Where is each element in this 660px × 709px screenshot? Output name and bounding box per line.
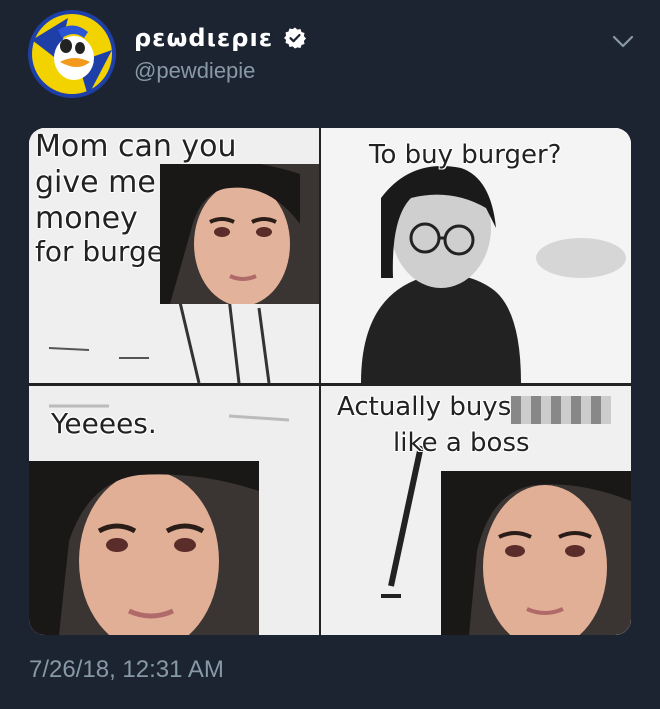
avatar-duck-image bbox=[28, 10, 116, 98]
panel4-line-2: like a boss bbox=[393, 428, 530, 458]
panel3-text: Yeeees. bbox=[51, 407, 157, 440]
meme-panel-3: Yeeees. bbox=[29, 386, 319, 635]
avatar[interactable] bbox=[28, 10, 116, 98]
tweet-media-image[interactable]: Mom can you give me money for burger To … bbox=[29, 128, 631, 635]
display-name-row: ρεωdιερıε bbox=[134, 24, 307, 52]
meme-panel-1: Mom can you give me money for burger bbox=[29, 128, 319, 383]
tweet-header: ρεωdιερıε @pewdiepie bbox=[24, 10, 644, 106]
panel2-text: To buy burger? bbox=[369, 140, 562, 170]
panel1-line-2: give me bbox=[35, 165, 156, 200]
censored-word bbox=[511, 396, 611, 424]
tweet-timestamp[interactable]: 7/26/18, 12:31 AM bbox=[29, 656, 224, 684]
panel1-line-4: for burger bbox=[35, 235, 176, 268]
panel-divider-horizontal bbox=[29, 383, 631, 386]
face-photo-2 bbox=[29, 461, 259, 635]
user-handle[interactable]: @pewdiepie bbox=[134, 58, 307, 84]
verified-badge-icon bbox=[284, 27, 307, 49]
panel1-line-3: money bbox=[35, 201, 138, 236]
panel4-line-1: Actually buys bbox=[337, 392, 512, 422]
panel-divider-vertical bbox=[319, 128, 321, 635]
chevron-down-icon[interactable] bbox=[610, 28, 636, 54]
meme-panel-4: Actually buys like a boss bbox=[321, 386, 631, 635]
panel1-line-1: Mom can you bbox=[35, 129, 237, 164]
meme-panel-2: To buy burger? bbox=[321, 128, 631, 383]
display-name[interactable]: ρεωdιερıε bbox=[134, 24, 273, 52]
face-photo-1 bbox=[160, 164, 319, 304]
user-names: ρεωdιερıε @pewdiepie bbox=[134, 24, 307, 84]
face-photo-3 bbox=[441, 471, 631, 635]
